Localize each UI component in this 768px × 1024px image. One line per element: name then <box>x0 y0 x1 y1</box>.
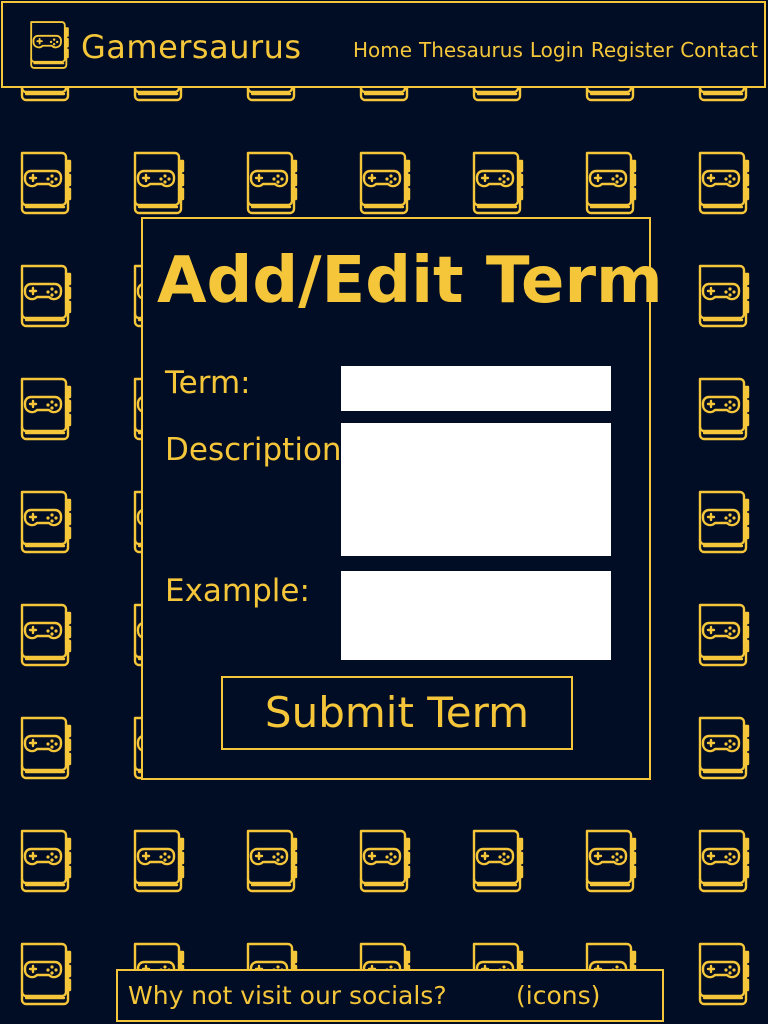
gamepad-book-icon <box>579 149 639 217</box>
gamepad-book-icon <box>240 827 300 895</box>
footer-text: Why not visit our socials? <box>128 981 447 1010</box>
description-input[interactable] <box>341 423 611 556</box>
term-label: Term: <box>165 365 251 401</box>
gamepad-book-icon <box>14 827 74 895</box>
gamepad-book-icon <box>692 149 752 217</box>
main-nav: Home Thesaurus Login Register Contact <box>353 37 758 63</box>
gamepad-book-icon <box>127 149 187 217</box>
example-input[interactable] <box>341 571 611 660</box>
nav-thesaurus[interactable]: Thesaurus <box>419 37 523 63</box>
gamepad-book-icon <box>14 262 74 330</box>
gamepad-book-icon[interactable] <box>25 19 71 71</box>
gamepad-book-icon <box>466 149 526 217</box>
site-header: Gamersaurus Home Thesaurus Login Registe… <box>1 1 766 88</box>
description-label: Description: <box>165 432 352 468</box>
term-input[interactable] <box>341 366 611 411</box>
gamepad-book-icon <box>692 714 752 782</box>
gamepad-book-icon <box>579 827 639 895</box>
gamepad-book-icon <box>240 149 300 217</box>
gamepad-book-icon <box>14 601 74 669</box>
nav-home[interactable]: Home <box>353 37 412 63</box>
gamepad-book-icon <box>127 827 187 895</box>
social-icons-placeholder[interactable]: (icons) <box>516 980 600 1012</box>
nav-login[interactable]: Login <box>530 37 584 63</box>
gamepad-book-icon <box>14 714 74 782</box>
nav-contact[interactable]: Contact <box>680 37 758 63</box>
gamepad-book-icon <box>14 375 74 443</box>
gamepad-book-icon <box>14 940 74 1008</box>
submit-term-button[interactable]: Submit Term <box>221 676 573 750</box>
page-title: Add/Edit Term <box>157 244 663 318</box>
site-footer: Why not visit our socials? (icons) <box>116 969 664 1022</box>
gamepad-book-icon <box>692 601 752 669</box>
add-edit-term-panel: Add/Edit Term Term: Description: Example… <box>141 217 663 780</box>
nav-register[interactable]: Register <box>591 37 673 63</box>
gamepad-book-icon <box>692 488 752 556</box>
gamepad-book-icon <box>692 375 752 443</box>
gamepad-book-icon <box>353 827 413 895</box>
gamepad-book-icon <box>353 149 413 217</box>
gamepad-book-icon <box>692 827 752 895</box>
gamepad-book-icon <box>692 262 752 330</box>
gamepad-book-icon <box>14 488 74 556</box>
gamepad-book-icon <box>692 940 752 1008</box>
site-title[interactable]: Gamersaurus <box>81 27 302 67</box>
example-label: Example: <box>165 573 310 609</box>
gamepad-book-icon <box>466 827 526 895</box>
gamepad-book-icon <box>14 149 74 217</box>
